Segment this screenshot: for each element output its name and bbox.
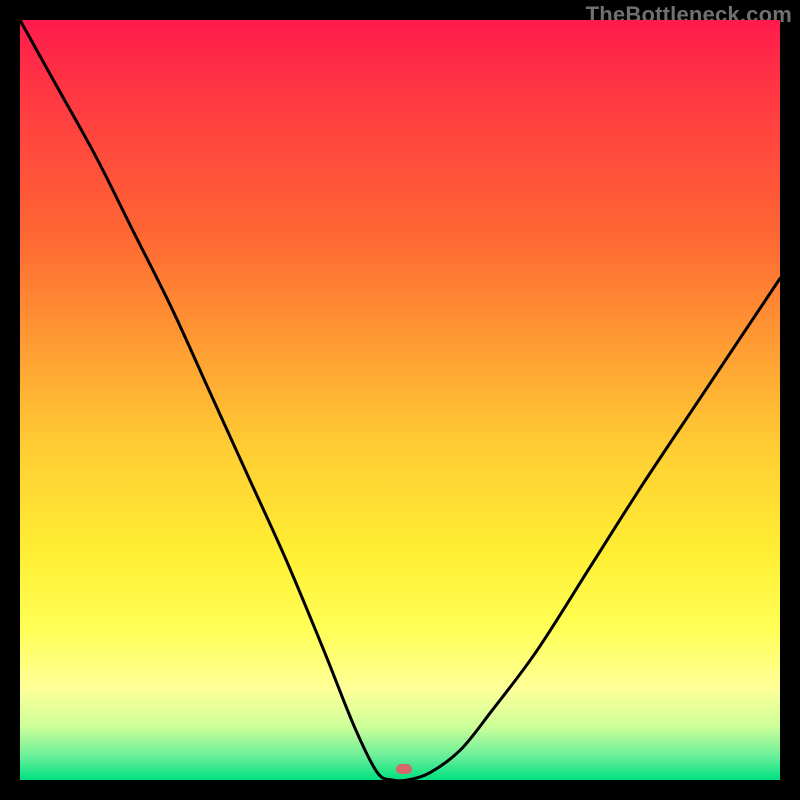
chart-frame: TheBottleneck.com [0, 0, 800, 800]
plot-area [20, 20, 780, 780]
bottleneck-curve [20, 20, 780, 780]
optimal-point-marker [396, 764, 412, 774]
